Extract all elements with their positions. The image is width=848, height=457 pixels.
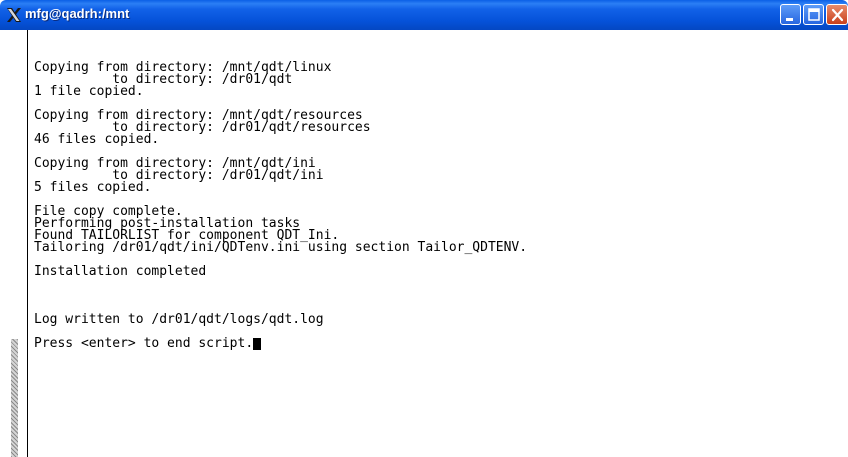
close-button[interactable] (826, 4, 848, 25)
window-title: mfg@qadrh:/mnt (25, 6, 130, 21)
terminal-line: Installation completed (34, 264, 207, 279)
title-bar[interactable]: mfg@qadrh:/mnt (0, 0, 848, 30)
minimize-button[interactable] (780, 4, 801, 25)
scrollbar-thumb[interactable] (11, 339, 18, 457)
terminal-area[interactable]: Copying from directory: /mnt/qdt/linux t… (0, 30, 848, 457)
close-icon (831, 8, 844, 22)
minimize-icon (786, 18, 793, 21)
terminal-line: 5 files copied. (34, 180, 152, 195)
terminal-line: 1 file copied. (34, 84, 144, 99)
terminal-line: Tailoring /dr01/qdt/ini/QDTenv.ini using… (34, 240, 528, 255)
terminal-output: Copying from directory: /mnt/qdt/linux t… (34, 61, 528, 351)
terminal-line: Log written to /dr01/qdt/logs/qdt.log (34, 312, 324, 327)
terminal-prompt: Press <enter> to end script. (34, 336, 254, 351)
terminal-line: 46 files copied. (34, 132, 160, 147)
terminal-prompt-line[interactable]: Press <enter> to end script. (34, 336, 527, 351)
x-logo-icon (7, 8, 21, 22)
maximize-button[interactable] (803, 4, 824, 25)
maximize-icon (808, 8, 820, 21)
scrollbar[interactable] (6, 30, 28, 457)
terminal-window: mfg@qadrh:/mnt Copying from directory: /… (0, 0, 848, 457)
text-cursor (253, 338, 262, 350)
